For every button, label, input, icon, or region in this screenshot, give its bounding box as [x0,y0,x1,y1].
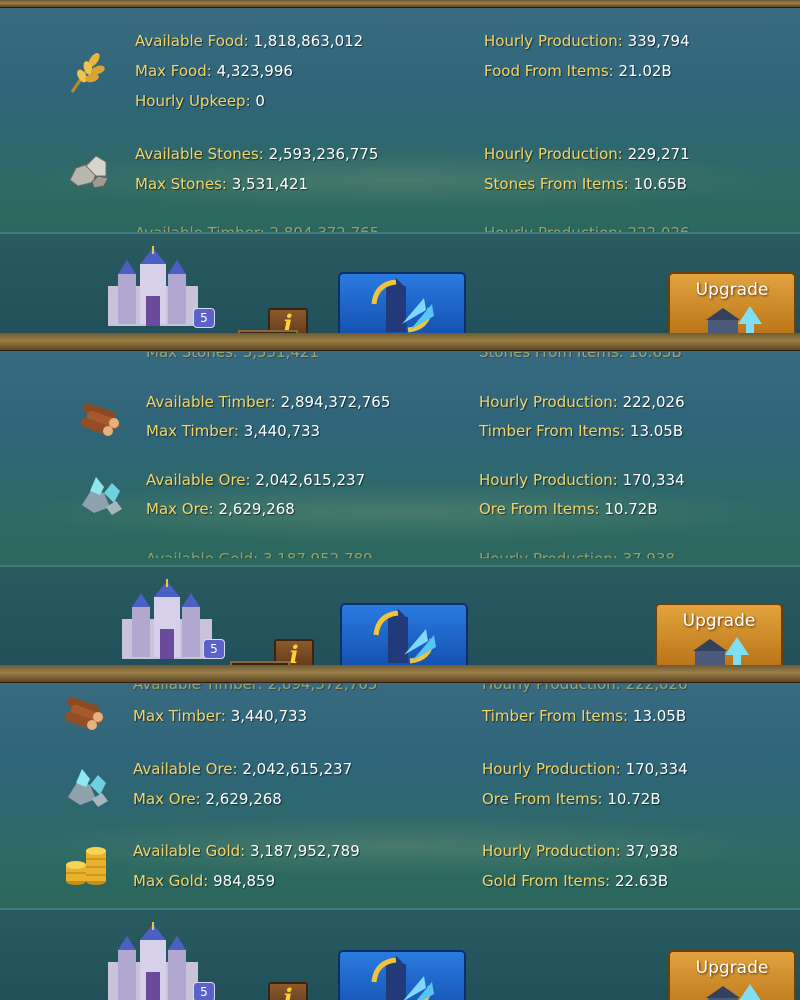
food-from-items: Food From Items: 21.02B [484,62,672,80]
upgrade-label: Upgrade [695,958,769,978]
ore-from-items: Ore From Items: 10.72B [482,790,661,808]
panel-top-border [0,0,800,8]
food-hourly-production: Hourly Production: 339,794 [484,32,690,50]
timber-from-items: Timber From Items: 13.05B [482,707,687,725]
resource-panel-3: Available Timber: 2,894,372,765 Hourly P… [0,665,800,1000]
stones-icon [69,155,109,189]
timber-icon [80,402,120,436]
teleport-icon [373,609,436,664]
castle-icon[interactable] [98,922,208,1000]
ore-max: Max Ore: 2,629,268 [146,500,295,518]
ore-icon [68,769,108,807]
upgrade-label: Upgrade [695,280,769,300]
action-footer: 5 i Upgrade [0,565,800,665]
upgrade-arrow-icon [693,637,749,665]
timber-from-items: Timber From Items: 13.05B [479,422,684,440]
ore-from-items: Ore From Items: 10.72B [479,500,658,518]
upgrade-button[interactable]: Upgrade [655,603,783,665]
ore-max: Max Ore: 2,629,268 [133,790,282,808]
upgrade-arrow-icon [706,984,761,1000]
stones-max: Max Stones: 3,531,421 [135,175,309,193]
castle-level-badge: 5 [203,639,225,659]
food-available: Available Food: 1,818,863,012 [135,32,364,50]
gold-icon [66,847,106,885]
resource-panel-1: Available Food: 1,818,863,012 Max Food: … [0,0,800,333]
castle-level-badge: 5 [193,308,215,328]
action-footer: 5 i Upgrade [0,908,800,1000]
gold-available: Available Gold: 3,187,952,789 [133,842,360,860]
upgrade-label: Upgrade [682,611,756,631]
wheat-icon [70,53,105,93]
teleport-icon [371,956,434,1000]
teleport-button[interactable] [338,950,466,1000]
castle-icon[interactable] [98,246,208,330]
ore-icon [82,477,122,515]
panel-top-border [0,333,800,351]
timber-max: Max Timber: 3,440,733 [133,707,308,725]
castle-level-badge: 5 [193,982,215,1000]
info-icon: i [283,983,293,1000]
gold-hourly-production: Hourly Production: 37,938 [482,842,679,860]
gold-max: Max Gold: 984,859 [133,872,276,890]
stones-hourly-production: Hourly Production: 229,271 [484,145,690,163]
ore-hourly-production: Hourly Production: 170,334 [482,760,688,778]
gold-from-items: Gold From Items: 22.63B [482,872,669,890]
food-upkeep: Hourly Upkeep: 0 [135,92,265,110]
teleport-button[interactable] [338,272,466,333]
stones-from-items: Stones From Items: 10.65B [484,175,687,193]
action-footer: 5 i Upgrade [0,232,800,333]
info-button[interactable]: i [268,982,308,1000]
upgrade-button[interactable]: Upgrade [668,950,796,1000]
upgrade-button[interactable]: Upgrade [668,272,796,333]
ore-hourly-production: Hourly Production: 170,334 [479,471,685,489]
timber-hourly-production: Hourly Production: 222,026 [479,393,685,411]
teleport-button[interactable] [340,603,468,665]
teleport-icon [371,278,434,333]
timber-icon [64,696,104,730]
upgrade-arrow-icon [706,306,762,333]
timber-available: Available Timber: 2,894,372,765 [146,393,391,411]
food-max: Max Food: 4,323,996 [135,62,293,80]
ore-available: Available Ore: 2,042,615,237 [133,760,353,778]
panel-top-border [0,665,800,683]
timber-max: Max Timber: 3,440,733 [146,422,321,440]
ore-available: Available Ore: 2,042,615,237 [146,471,366,489]
resource-panel-2: Max Stones: 3,531,421 Stones From Items:… [0,333,800,665]
stones-available: Available Stones: 2,593,236,775 [135,145,379,163]
